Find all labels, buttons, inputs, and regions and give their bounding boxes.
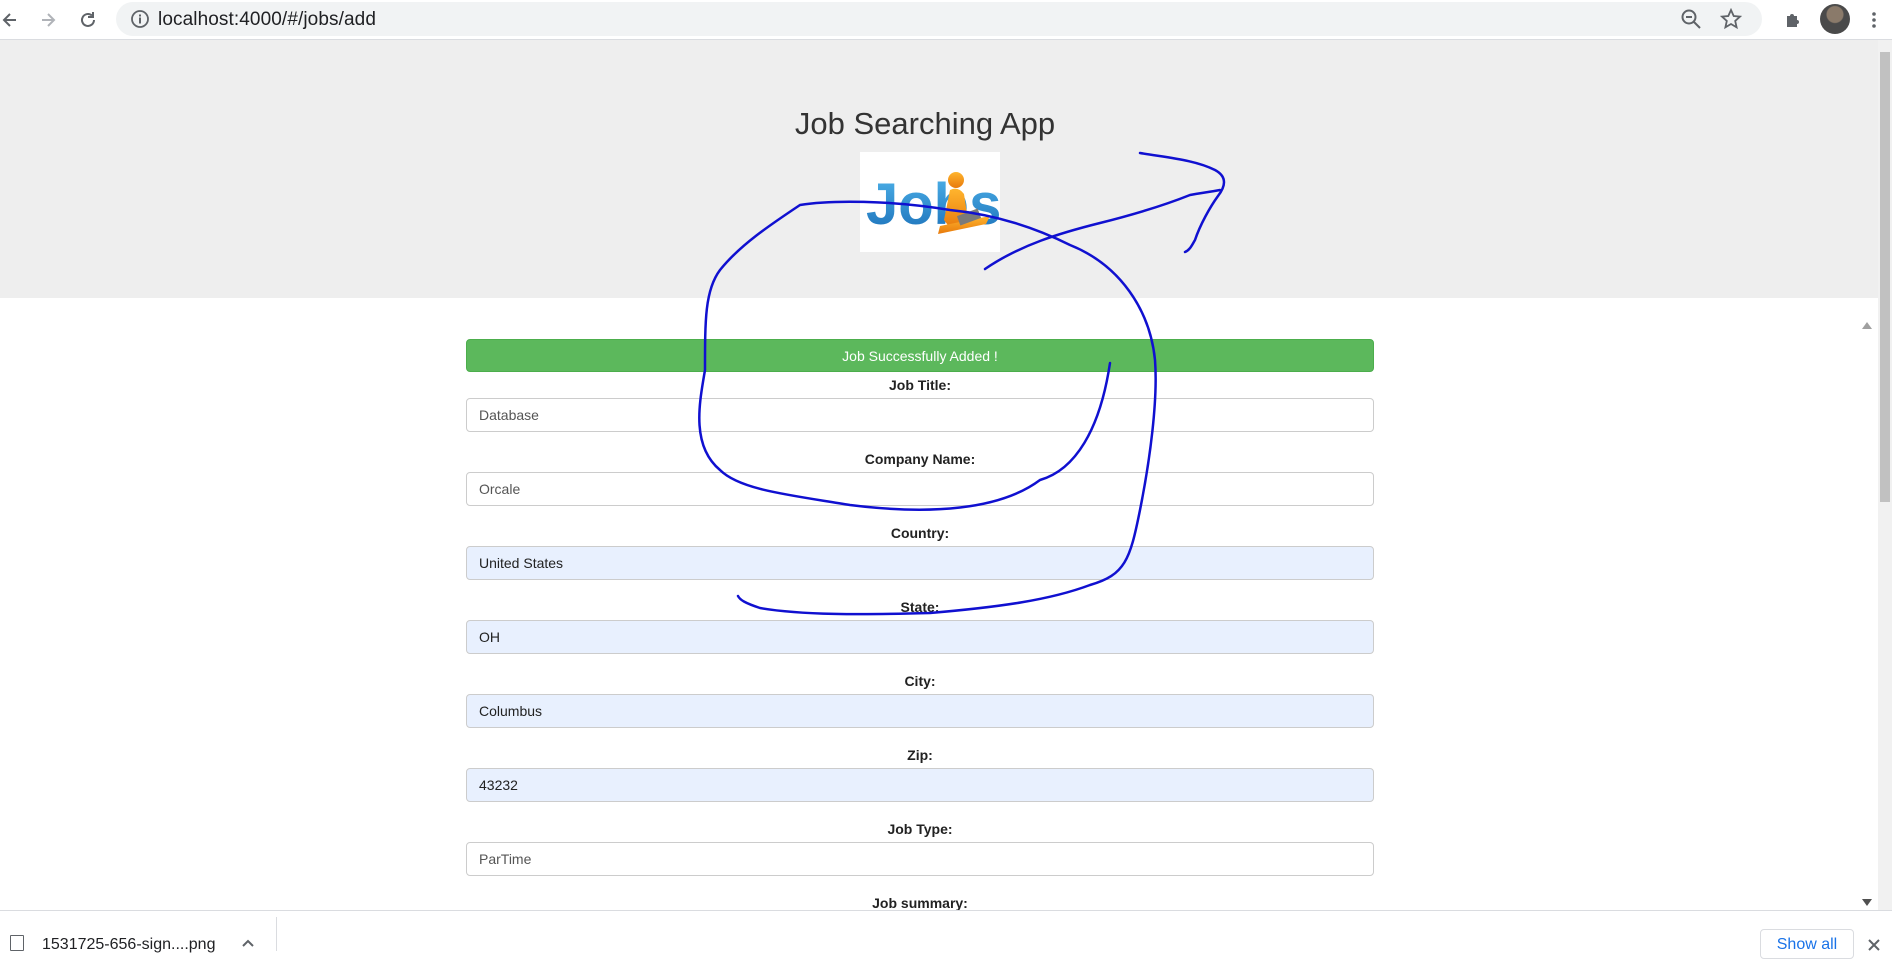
page-scrollbar-thumb[interactable]: [1880, 52, 1890, 502]
download-divider: [276, 917, 277, 951]
menu-kebab-icon[interactable]: [1860, 6, 1888, 34]
state-label: State:: [900, 599, 940, 615]
url-text[interactable]: localhost:4000/#/jobs/add: [158, 9, 376, 31]
job-type-label: Job Type:: [887, 821, 953, 837]
forward-arrow-icon[interactable]: [34, 6, 62, 34]
jobs-logo: Jobs: [860, 152, 1000, 252]
form-group-city: City: Columbus: [466, 668, 1374, 728]
form-group-country: Country: United States: [466, 520, 1374, 580]
zoom-icon[interactable]: [1680, 8, 1702, 30]
header-jumbotron: Job Searching App Jobs: [0, 40, 1878, 298]
company-name-input[interactable]: Orcale: [466, 472, 1374, 506]
profile-avatar[interactable]: [1820, 4, 1850, 34]
country-label: Country:: [890, 525, 950, 541]
download-file-name[interactable]: 1531725-656-sign....png: [42, 936, 215, 954]
country-input[interactable]: United States: [466, 546, 1374, 580]
form-group-company-name: Company Name: Orcale: [466, 446, 1374, 506]
reload-icon[interactable]: [74, 6, 102, 34]
chevron-up-icon[interactable]: [240, 935, 256, 951]
form-group-state: State: OH: [466, 594, 1374, 654]
extensions-puzzle-icon[interactable]: [1779, 6, 1807, 34]
show-all-button[interactable]: Show all: [1760, 929, 1854, 959]
address-bar[interactable]: localhost:4000/#/jobs/add: [116, 2, 1762, 36]
browser-toolbar: localhost:4000/#/jobs/add: [0, 0, 1892, 40]
success-alert: Job Successfully Added !: [466, 339, 1374, 372]
close-icon[interactable]: [1866, 937, 1882, 953]
scroll-up-arrow-icon[interactable]: [1862, 322, 1872, 329]
city-label: City:: [904, 673, 936, 689]
logo-text: Jobs: [866, 172, 1000, 237]
download-shelf: 1531725-656-sign....png Show all: [0, 910, 1892, 959]
city-input[interactable]: Columbus: [466, 694, 1374, 728]
page-scrollbar[interactable]: [1878, 40, 1892, 910]
add-job-form: Job Successfully Added ! Job Title: Data…: [466, 339, 1374, 916]
job-title-input[interactable]: Database: [466, 398, 1374, 432]
form-group-zip: Zip: 43232: [466, 742, 1374, 802]
app-title: Job Searching App: [794, 106, 1056, 141]
form-group-job-type: Job Type: ParTime: [466, 816, 1374, 876]
info-icon[interactable]: [130, 9, 150, 29]
state-input[interactable]: OH: [466, 620, 1374, 654]
zip-label: Zip:: [907, 747, 933, 763]
file-icon: [10, 935, 24, 951]
scroll-down-arrow-icon[interactable]: [1862, 899, 1872, 906]
zip-input[interactable]: 43232: [466, 768, 1374, 802]
job-type-input[interactable]: ParTime: [466, 842, 1374, 876]
content-scroll-strip[interactable]: [1856, 318, 1876, 910]
company-name-label: Company Name:: [864, 451, 976, 467]
job-title-label: Job Title:: [889, 377, 951, 393]
back-arrow-icon[interactable]: [0, 6, 24, 34]
bookmark-star-icon[interactable]: [1719, 7, 1743, 30]
form-group-job-title: Job Title: Database: [466, 372, 1374, 432]
